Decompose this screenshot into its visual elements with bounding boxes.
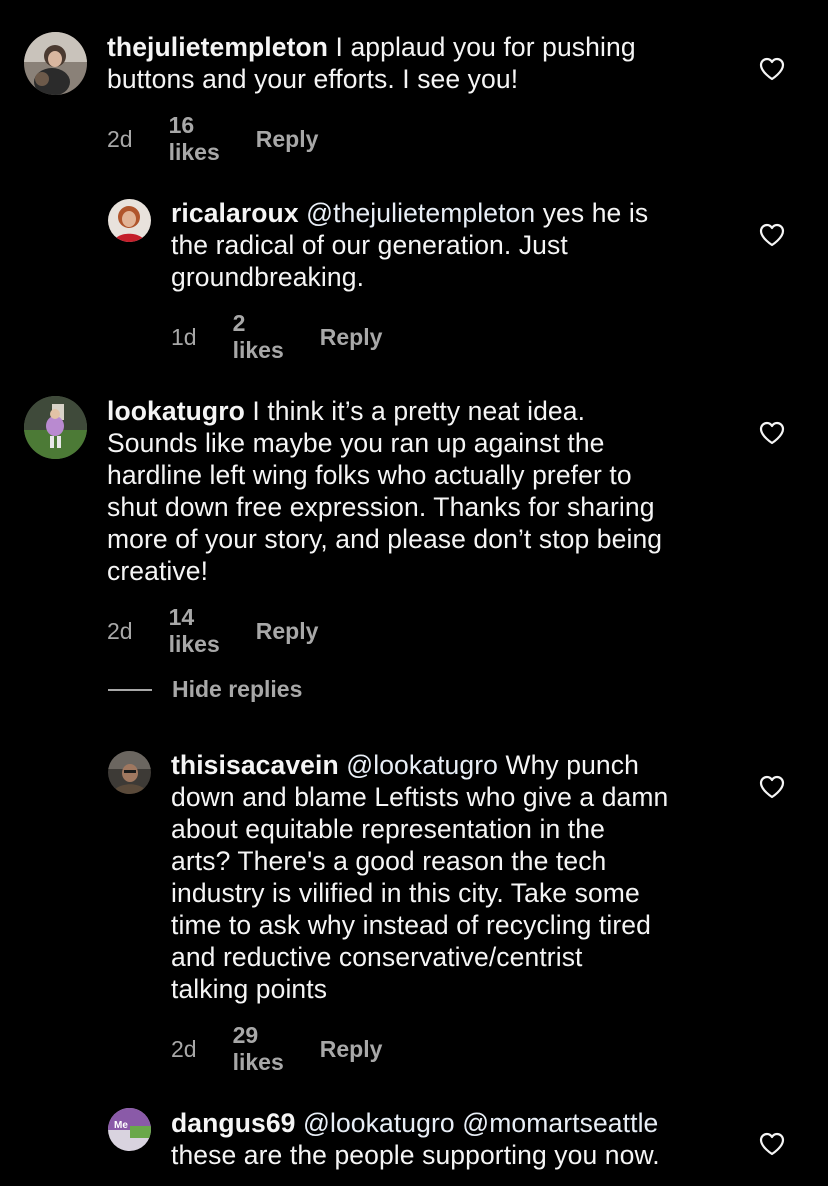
heart-icon[interactable] [759, 57, 785, 81]
comment-text: about equitable representation in the [171, 814, 605, 844]
mention-link[interactable]: @lookatugro [346, 750, 498, 780]
avatar[interactable] [108, 751, 151, 794]
likes-count[interactable]: 16 likes [169, 112, 220, 166]
avatar-badge-text: Me [114, 1120, 128, 1131]
comment-text: the radical of our generation. Just [171, 230, 568, 260]
heart-icon[interactable] [759, 223, 785, 247]
avatar[interactable]: Me [108, 1108, 151, 1151]
comment-text: Sounds like maybe you ran up against the [107, 428, 605, 458]
likes-count[interactable]: 2 likes [233, 310, 284, 364]
heart-icon[interactable] [759, 775, 785, 799]
comment-text: more of your story, and please don’t sto… [107, 524, 663, 554]
timestamp: 2d [171, 1035, 197, 1062]
username[interactable]: lookatugro [107, 396, 245, 426]
comment-text: Why punch [505, 750, 639, 780]
mention-link[interactable]: @thejulietempleton [306, 198, 535, 228]
comment-text: hardline left wing folks who actually pr… [107, 460, 632, 490]
comment-text: arts? There's a good reason the tech [171, 846, 607, 876]
comment-meta: 2d 14 likes Reply [107, 604, 318, 658]
reply-button[interactable]: Reply [320, 1036, 383, 1063]
heart-icon[interactable] [759, 1132, 785, 1156]
reply-button[interactable]: Reply [256, 126, 319, 153]
comment-text: these are the people supporting you now. [171, 1140, 660, 1170]
timestamp: 2d [107, 125, 133, 152]
likes-count[interactable]: 14 likes [169, 604, 220, 658]
comment-text: groundbreaking. [171, 262, 365, 292]
hide-replies-button[interactable]: Hide replies [108, 676, 302, 703]
comment-text: I applaud you for pushing [335, 32, 636, 62]
username[interactable]: thejulietempleton [107, 32, 328, 62]
comment-text: talking points [171, 974, 328, 1004]
comment-text: I think it’s a pretty neat idea. [252, 396, 586, 426]
comment-text: industry is vilified in this city. Take … [171, 878, 640, 908]
reply-button[interactable]: Reply [256, 618, 319, 645]
comment-text: time to ask why instead of recycling tir… [171, 910, 651, 940]
username[interactable]: ricalaroux [171, 198, 299, 228]
avatar[interactable] [108, 199, 151, 242]
comment-text: buttons and your efforts. I see you! [107, 64, 519, 94]
username[interactable]: thisisacavein [171, 750, 339, 780]
comment-text: shut down free expression. Thanks for sh… [107, 492, 655, 522]
comment-meta: 2d 29 likes Reply [171, 1022, 382, 1076]
comment-meta: 1d 2 likes Reply [171, 310, 382, 364]
likes-count[interactable]: 29 likes [233, 1022, 284, 1076]
divider [108, 688, 152, 691]
avatar[interactable] [24, 396, 87, 459]
avatar[interactable] [24, 32, 87, 95]
hide-replies-label: Hide replies [172, 676, 303, 702]
comment-text: and reductive conservative/centrist [171, 942, 583, 972]
username[interactable]: dangus69 [171, 1108, 296, 1138]
timestamp: 2d [107, 617, 133, 644]
comment-meta: 2d 16 likes Reply [107, 112, 318, 166]
timestamp: 1d [171, 323, 197, 350]
comment-text: yes he is [542, 198, 649, 228]
mention-link[interactable]: @lookatugro @momartseattle [303, 1108, 658, 1138]
comment-text: down and blame Leftists who give a damn [171, 782, 669, 812]
reply-button[interactable]: Reply [320, 324, 383, 351]
heart-icon[interactable] [759, 421, 785, 445]
comment-text: creative! [107, 556, 209, 586]
